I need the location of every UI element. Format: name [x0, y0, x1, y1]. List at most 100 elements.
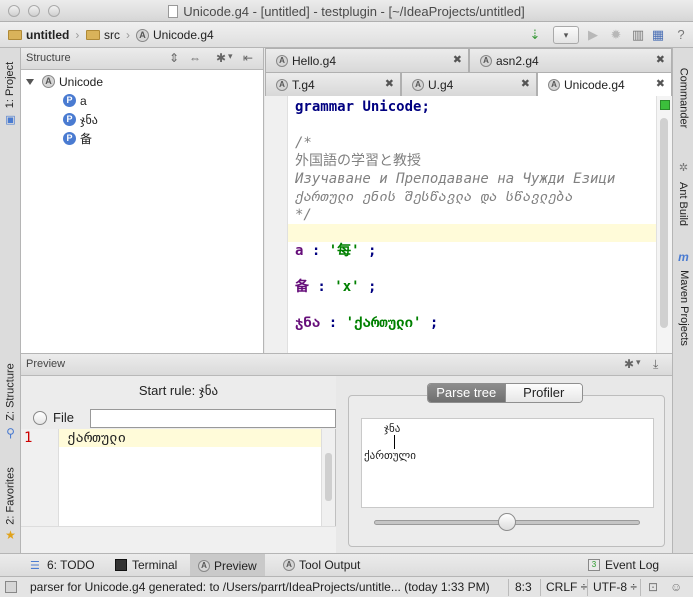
input-horizontal-scrollbar[interactable] [21, 526, 336, 554]
editor-scrollbar[interactable] [656, 96, 672, 353]
gear-dropdown-icon[interactable]: ▾ [636, 357, 641, 368]
profiler-tab[interactable]: Profiler [504, 384, 582, 402]
tool-windows-icon[interactable] [5, 581, 17, 593]
code-comment: ქართული ენის შესწავლა და სწავლება [295, 189, 574, 205]
semicolon: ; [359, 243, 377, 259]
project-tool-tab[interactable]: 1: Project [0, 54, 21, 116]
favorites-tool-tab[interactable]: 2: Favorites [0, 458, 21, 534]
tree-root-unicode[interactable]: A Unicode [21, 72, 263, 91]
favorites-tab-label: 2: Favorites [4, 467, 17, 525]
parse-tree-tab[interactable]: Parse tree [428, 384, 505, 402]
event-log-button[interactable]: 3 Event Log [588, 558, 659, 572]
encoding-selector[interactable]: UTF-8 ÷ [593, 580, 637, 594]
ant-build-tab-label: Ant Build [677, 181, 690, 227]
inspector-icon[interactable]: ☺ [670, 580, 682, 594]
preview-tool-button[interactable]: A Preview [190, 554, 265, 577]
preview-panel-title: Preview [26, 358, 66, 370]
breadcrumb-src[interactable]: src › [86, 27, 130, 43]
tab-hello-g4[interactable]: A Hello.g4 ✖ [265, 48, 469, 72]
file-radio-label: File [53, 410, 74, 425]
semicolon: ; [421, 315, 439, 331]
grammar-file-icon: A [412, 78, 424, 91]
parse-tree-view[interactable]: ჯნა ქართული [361, 418, 654, 508]
status-divider [587, 579, 588, 596]
close-tab-icon[interactable]: ✖ [453, 53, 462, 66]
parse-tree-root-node: ჯნა [384, 423, 401, 435]
breadcrumb-label: Unicode.g4 [153, 28, 214, 42]
parse-tree-edge [394, 435, 395, 449]
tab-asn2-g4[interactable]: A asn2.g4 ✖ [469, 48, 672, 72]
line-separator-selector[interactable]: CRLF ÷ [546, 580, 587, 594]
file-radio-button[interactable] [33, 410, 47, 425]
status-message: parser for Unicode.g4 generated: to /Use… [30, 580, 490, 594]
settings-icon[interactable]: ▥ [630, 27, 646, 43]
terminal-tool-button[interactable]: Terminal [115, 558, 177, 572]
ant-build-tool-tab[interactable]: Ant Build [673, 176, 693, 232]
help-icon[interactable]: ? [673, 27, 689, 43]
folder-icon [86, 30, 100, 40]
close-tab-icon[interactable]: ✖ [385, 77, 394, 90]
build-icon[interactable]: ⇣ [527, 27, 543, 43]
parse-tree-pane: ჯნა ქართული [348, 395, 665, 547]
input-line-number: 1 [24, 430, 33, 446]
code-line: 备 : 'x' ; [288, 278, 656, 296]
code-comment: 外国語の学習と教授 [295, 153, 421, 169]
tree-item-rule-bei[interactable]: P 备 [21, 129, 263, 148]
rule-name: 备 [295, 279, 309, 295]
run-config-dropdown[interactable]: ▾ [553, 26, 579, 44]
breadcrumb-project[interactable]: untitled › [8, 27, 79, 43]
file-path-input[interactable] [90, 409, 336, 428]
close-tab-icon[interactable]: ✖ [656, 53, 665, 66]
editor-area: A Hello.g4 ✖ A asn2.g4 ✖ A T.g4 ✖ A U.g4… [265, 48, 672, 353]
input-vertical-scrollbar[interactable] [321, 429, 335, 526]
zoom-slider-knob[interactable] [498, 513, 516, 531]
status-divider [540, 579, 541, 596]
code-editor[interactable]: grammar Unicode; /* 外国語の学習と教授 Изучаване … [288, 96, 656, 353]
maven-tool-tab[interactable]: Maven Projects [673, 266, 693, 350]
parse-tree-leaf-node: ქართული [364, 450, 416, 462]
maven-tab-label: Maven Projects [677, 270, 690, 346]
lock-icon[interactable]: ⊡ [648, 580, 658, 594]
caret-position[interactable]: 8:3 [515, 580, 532, 594]
grammar-file-icon: A [276, 78, 288, 91]
tree-item-rule-xna[interactable]: P ჯნა [21, 110, 263, 129]
tab-t-g4[interactable]: A T.g4 ✖ [265, 72, 401, 96]
structure-tool-tab[interactable]: Z: Structure [0, 353, 21, 431]
editor-scroll-thumb[interactable] [660, 118, 668, 328]
expand-arrow-icon[interactable] [26, 78, 34, 85]
code-line: grammar Unicode; [288, 98, 656, 116]
minimize-panel-icon[interactable]: ⤓ [653, 357, 658, 372]
editor-gutter [265, 96, 288, 353]
grammar-file-icon: A [276, 54, 288, 67]
input-scroll-thumb[interactable] [325, 453, 332, 501]
status-divider [640, 579, 641, 596]
close-tab-icon[interactable]: ✖ [656, 77, 665, 90]
antlr-icon: A [283, 559, 295, 571]
collapse-all-icon[interactable]: ⇔ [189, 51, 201, 65]
window-title: Unicode.g4 - [untitled] - testplugin - [… [0, 4, 693, 19]
project-structure-icon[interactable]: ▦ [650, 27, 666, 43]
run-icon[interactable]: ▶ [585, 27, 601, 43]
gear-icon[interactable]: ✱ [624, 357, 634, 371]
breadcrumb-file[interactable]: A Unicode.g4 [136, 27, 214, 43]
gear-icon[interactable]: ✱ [216, 51, 226, 65]
todo-tool-button[interactable]: ☰ 6: TODO [30, 558, 95, 572]
input-text-editor[interactable]: ქართული [59, 429, 321, 447]
hide-panel-icon[interactable]: ⇤ [243, 51, 253, 65]
event-log-icon: 3 [588, 559, 600, 571]
close-tab-icon[interactable]: ✖ [521, 77, 530, 90]
tool-output-button[interactable]: A Tool Output [283, 558, 360, 572]
editor-tabs: A Hello.g4 ✖ A asn2.g4 ✖ A T.g4 ✖ A U.g4… [265, 48, 672, 96]
breadcrumb-separator-icon: › [126, 28, 130, 42]
preview-label: Preview [214, 558, 257, 573]
tree-item-rule-a[interactable]: P a [21, 91, 263, 110]
tab-u-g4[interactable]: A U.g4 ✖ [401, 72, 537, 96]
expand-all-icon[interactable]: ⇕ [169, 51, 179, 65]
debug-icon[interactable]: ✹ [608, 27, 624, 43]
commander-tool-tab[interactable]: Commander [673, 54, 693, 142]
gear-dropdown-icon[interactable]: ▾ [228, 51, 233, 62]
ant-icon: ✲ [678, 161, 689, 174]
tab-unicode-g4[interactable]: A Unicode.g4 ✖ [537, 72, 672, 96]
code-comment: /* [295, 135, 312, 151]
